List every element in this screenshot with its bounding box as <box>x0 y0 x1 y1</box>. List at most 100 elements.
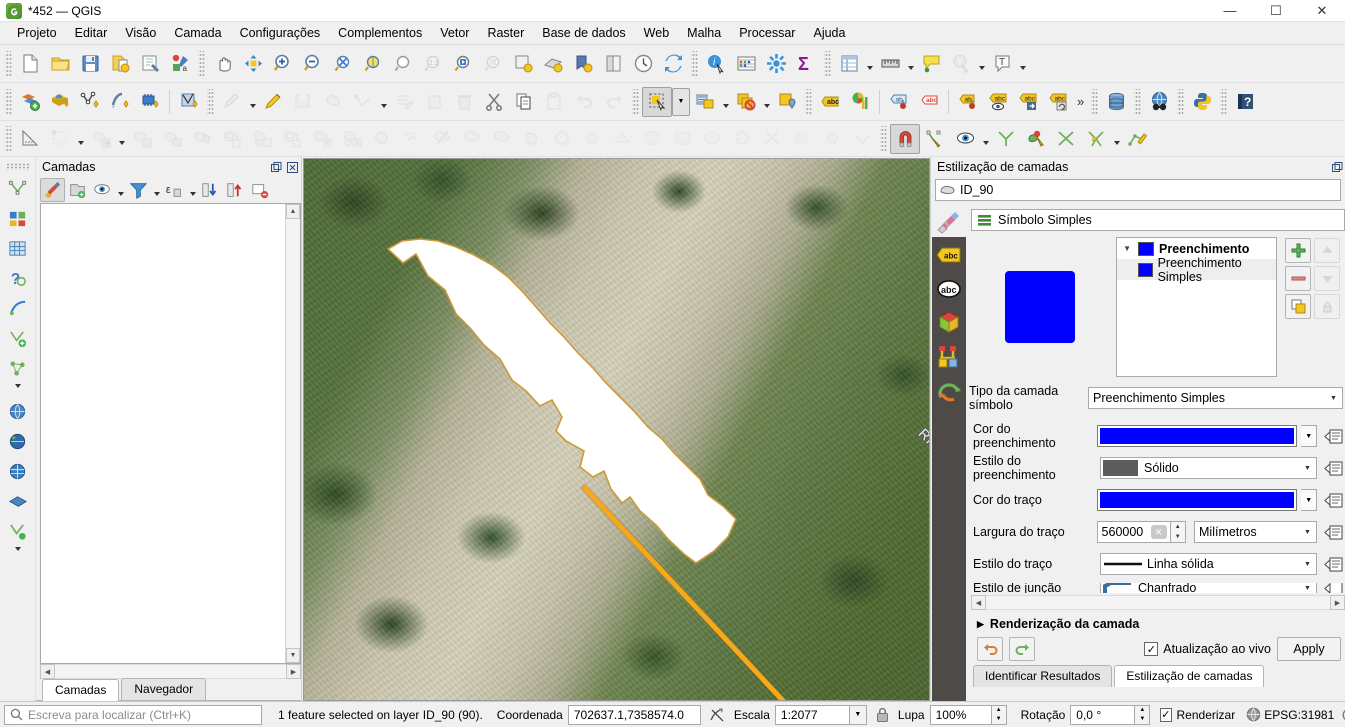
rotation-field[interactable]: 0,0 ° <box>1070 704 1136 725</box>
chevron-down-icon[interactable] <box>761 87 772 117</box>
trim-extend-icon[interactable] <box>1051 124 1081 154</box>
shape-regular-polygon-icon[interactable] <box>727 124 757 154</box>
tab-navegador[interactable]: Navegador <box>121 678 207 700</box>
database-manager-icon[interactable] <box>1101 87 1131 117</box>
pin-labels-icon[interactable]: ab <box>884 87 914 117</box>
offset-curve-icon[interactable] <box>397 124 427 154</box>
python-console-icon[interactable] <box>1187 87 1217 117</box>
vertex-tool-icon[interactable] <box>348 87 378 117</box>
project-properties-icon[interactable] <box>135 49 165 79</box>
layer-selector-combo[interactable]: ID_90 <box>935 179 1341 201</box>
data-defined-override-icon[interactable] <box>1321 424 1345 448</box>
toolbar-grip[interactable] <box>824 50 831 77</box>
toolbar-grip[interactable] <box>5 125 12 152</box>
chevron-down-icon[interactable] <box>247 87 258 117</box>
chevron-down-icon[interactable] <box>980 124 991 154</box>
stepper-down-icon[interactable]: ▼ <box>1135 715 1149 724</box>
layers-vertical-scrollbar[interactable]: ▲ ▼ <box>285 204 300 663</box>
topological-editing-icon[interactable] <box>991 124 1021 154</box>
expand-all-icon[interactable] <box>198 178 223 202</box>
data-defined-override-icon[interactable] <box>1321 488 1345 512</box>
symbology-icon[interactable] <box>935 207 963 235</box>
refresh-icon[interactable] <box>658 49 688 79</box>
lock-icon[interactable] <box>1314 294 1340 319</box>
stroke-width-input[interactable]: 560000 ✕ <box>1096 521 1171 543</box>
menu-configuracoes[interactable]: Configurações <box>231 23 330 43</box>
layer-blue-icon[interactable] <box>3 487 33 517</box>
label-icon[interactable]: abc <box>815 87 845 117</box>
shape-circle-icon[interactable] <box>637 124 667 154</box>
toolbar-grip[interactable] <box>5 88 12 115</box>
stepper-up-icon[interactable]: ▲ <box>1135 706 1149 715</box>
offset-point-symbols-icon[interactable] <box>577 124 607 154</box>
fill-color-button[interactable] <box>1097 425 1298 447</box>
cut-features-icon[interactable] <box>479 87 509 117</box>
save-project-as-icon[interactable] <box>105 49 135 79</box>
measure-line-icon[interactable] <box>875 49 905 79</box>
stepper-down-icon[interactable]: ▼ <box>992 715 1006 724</box>
expand-caret-icon[interactable]: ▶ <box>977 619 984 630</box>
layers-tree-body[interactable] <box>41 204 285 663</box>
apply-button[interactable]: Apply <box>1277 637 1341 661</box>
filter-legend-icon[interactable] <box>126 178 151 202</box>
toolbar-grip[interactable] <box>1220 88 1228 115</box>
delete-icon[interactable] <box>449 87 479 117</box>
map-canvas-container[interactable]: Rio Iguatemi Rio Iguatemi <box>303 158 930 701</box>
fill-style-combo[interactable]: Sólido ▼ <box>1100 457 1317 479</box>
stroke-color-dropdown-icon[interactable]: ▼ <box>1301 489 1317 511</box>
chevron-down-icon[interactable] <box>151 178 162 202</box>
layer-stack-icon[interactable] <box>3 204 33 234</box>
chevron-down-icon[interactable] <box>75 124 86 154</box>
trim-extend-feature-icon[interactable] <box>757 124 787 154</box>
remove-symbol-layer-icon[interactable] <box>1285 266 1311 291</box>
add-polygon-feature-icon[interactable] <box>318 87 348 117</box>
manage-layer-visibility-icon[interactable] <box>90 178 115 202</box>
shape-rectangle-icon[interactable] <box>667 124 697 154</box>
query-layer-icon[interactable]: ? <box>3 264 33 294</box>
scroll-left-icon[interactable]: ◀ <box>971 595 986 610</box>
menu-web[interactable]: Web <box>635 23 678 43</box>
magnifier-field[interactable]: 100% <box>929 704 992 725</box>
globe-web-icon[interactable] <box>3 457 33 487</box>
digitize-shape-icon[interactable] <box>817 124 847 154</box>
duplicate-icon[interactable] <box>1285 294 1311 319</box>
move-feature-icon[interactable] <box>86 124 116 154</box>
toolbar-grip[interactable] <box>805 88 812 115</box>
move-label-right-icon[interactable]: abc <box>1013 87 1043 117</box>
move-down-icon[interactable] <box>1314 266 1340 291</box>
scroll-track[interactable] <box>986 595 1330 610</box>
show-hide-labels-icon[interactable]: abc <box>983 87 1013 117</box>
locator-bar[interactable]: Escreva para localizar (Ctrl+K) <box>4 704 262 725</box>
new-project-icon[interactable] <box>15 49 45 79</box>
masks-icon[interactable]: abc <box>935 275 963 303</box>
remove-layer-icon[interactable] <box>248 178 273 202</box>
live-update-control[interactable]: ✓ Atualização ao vivo <box>1144 642 1271 656</box>
scroll-right-icon[interactable]: ▶ <box>286 664 301 679</box>
chevron-down-icon[interactable]: ▼ <box>1299 583 1316 593</box>
maximize-button[interactable]: ☐ <box>1253 0 1299 21</box>
stroke-style-combo[interactable]: Linha sólida ▼ <box>1100 553 1317 575</box>
scale-feature-icon[interactable] <box>157 124 187 154</box>
zoom-out-icon[interactable] <box>298 49 328 79</box>
map-tips-icon[interactable] <box>916 49 946 79</box>
fill-color-dropdown-icon[interactable]: ▼ <box>1301 425 1317 447</box>
layout-manager-icon[interactable] <box>598 49 628 79</box>
select-features-dropdown[interactable]: ▼ <box>672 87 690 116</box>
menu-vetor[interactable]: Vetor <box>431 23 478 43</box>
data-defined-override-icon[interactable] <box>1321 456 1345 480</box>
menu-visao[interactable]: Visão <box>116 23 165 43</box>
close-button[interactable]: ✕ <box>1299 0 1345 21</box>
undo-icon[interactable] <box>977 637 1003 661</box>
stepper-up-icon[interactable]: ▲ <box>992 706 1006 715</box>
add-vertex-green-icon[interactable] <box>3 324 33 354</box>
split-features-icon[interactable] <box>427 124 457 154</box>
chevron-down-icon[interactable]: ▼ <box>1299 458 1316 478</box>
zoom-to-selection-icon[interactable] <box>358 49 388 79</box>
add-group-icon[interactable] <box>65 178 90 202</box>
render-checkbox[interactable]: ✓ <box>1160 707 1172 722</box>
collapse-all-icon[interactable] <box>223 178 248 202</box>
globe-icon[interactable] <box>1246 707 1261 722</box>
identify-features-icon[interactable]: i <box>701 49 731 79</box>
layers-horizontal-scrollbar[interactable]: ◀ ▶ <box>40 664 301 679</box>
help-icon[interactable]: ? <box>1230 87 1260 117</box>
